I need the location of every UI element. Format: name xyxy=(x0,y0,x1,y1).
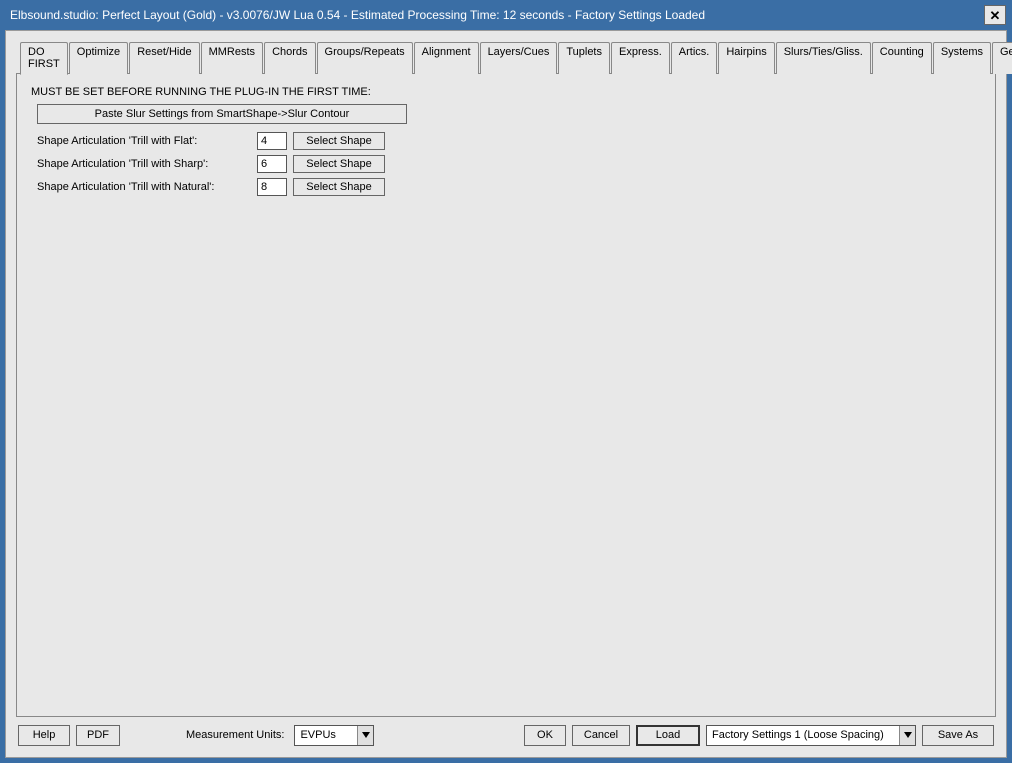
select-shape-button-flat[interactable]: Select Shape xyxy=(293,132,385,150)
tab-hairpins[interactable]: Hairpins xyxy=(718,42,774,74)
content-heading: MUST BE SET BEFORE RUNNING THE PLUG-IN T… xyxy=(31,86,981,98)
preset-combo[interactable]: Factory Settings 1 (Loose Spacing) xyxy=(706,725,916,746)
client-area: DO FIRST Optimize Reset/Hide MMRests Cho… xyxy=(5,30,1007,758)
tab-alignment[interactable]: Alignment xyxy=(414,42,479,74)
save-as-button[interactable]: Save As xyxy=(922,725,994,746)
row-trill-flat: Shape Articulation 'Trill with Flat': Se… xyxy=(31,130,981,152)
tab-systems[interactable]: Systems xyxy=(933,42,991,74)
pdf-button[interactable]: PDF xyxy=(76,725,120,746)
input-trill-natural[interactable] xyxy=(257,178,287,196)
tab-general[interactable]: General xyxy=(992,42,1012,74)
label-trill-flat: Shape Articulation 'Trill with Flat': xyxy=(31,135,251,147)
label-trill-sharp: Shape Articulation 'Trill with Sharp': xyxy=(31,158,251,170)
paste-slur-settings-button[interactable]: Paste Slur Settings from SmartShape->Slu… xyxy=(37,104,407,124)
chevron-down-icon xyxy=(899,726,915,745)
window-title: Elbsound.studio: Perfect Layout (Gold) -… xyxy=(10,8,984,22)
select-shape-label: Select Shape xyxy=(306,158,371,170)
help-button[interactable]: Help xyxy=(18,725,70,746)
bottom-bar: Help PDF Measurement Units: EVPUs OK Can… xyxy=(16,717,996,747)
row-trill-natural: Shape Articulation 'Trill with Natural':… xyxy=(31,176,981,198)
measurement-units-label: Measurement Units: xyxy=(186,729,284,741)
tab-content: MUST BE SET BEFORE RUNNING THE PLUG-IN T… xyxy=(16,73,996,717)
tab-artics[interactable]: Artics. xyxy=(671,42,718,74)
load-label: Load xyxy=(656,729,680,741)
pdf-label: PDF xyxy=(87,729,109,741)
select-shape-button-natural[interactable]: Select Shape xyxy=(293,178,385,196)
ok-label: OK xyxy=(537,729,553,741)
select-shape-button-sharp[interactable]: Select Shape xyxy=(293,155,385,173)
tab-reset-hide[interactable]: Reset/Hide xyxy=(129,42,199,74)
measurement-units-value: EVPUs xyxy=(295,729,357,741)
row-trill-sharp: Shape Articulation 'Trill with Sharp': S… xyxy=(31,153,981,175)
close-button[interactable]: ✕ xyxy=(984,5,1006,25)
input-trill-flat[interactable] xyxy=(257,132,287,150)
paste-slur-settings-label: Paste Slur Settings from SmartShape->Slu… xyxy=(95,108,350,120)
tab-counting[interactable]: Counting xyxy=(872,42,932,74)
tab-layers-cues[interactable]: Layers/Cues xyxy=(480,42,558,74)
app-window: Elbsound.studio: Perfect Layout (Gold) -… xyxy=(0,0,1012,763)
titlebar: Elbsound.studio: Perfect Layout (Gold) -… xyxy=(0,0,1012,30)
select-shape-label: Select Shape xyxy=(306,135,371,147)
tab-do-first[interactable]: DO FIRST xyxy=(20,42,68,75)
cancel-button[interactable]: Cancel xyxy=(572,725,630,746)
tab-chords[interactable]: Chords xyxy=(264,42,315,74)
tab-mmrests[interactable]: MMRests xyxy=(201,42,263,74)
input-trill-sharp[interactable] xyxy=(257,155,287,173)
help-label: Help xyxy=(33,729,56,741)
load-button[interactable]: Load xyxy=(636,725,700,746)
tab-express[interactable]: Express. xyxy=(611,42,670,74)
preset-value: Factory Settings 1 (Loose Spacing) xyxy=(707,729,899,741)
tab-optimize[interactable]: Optimize xyxy=(69,42,128,74)
tabstrip: DO FIRST Optimize Reset/Hide MMRests Cho… xyxy=(16,42,996,74)
select-shape-label: Select Shape xyxy=(306,181,371,193)
tab-groups-repeats[interactable]: Groups/Repeats xyxy=(317,42,413,74)
measurement-units-combo[interactable]: EVPUs xyxy=(294,725,374,746)
ok-button[interactable]: OK xyxy=(524,725,566,746)
cancel-label: Cancel xyxy=(584,729,618,741)
tab-tuplets[interactable]: Tuplets xyxy=(558,42,610,74)
label-trill-natural: Shape Articulation 'Trill with Natural': xyxy=(31,181,251,193)
tab-slurs-ties-gliss[interactable]: Slurs/Ties/Gliss. xyxy=(776,42,871,74)
close-icon: ✕ xyxy=(990,9,1001,22)
save-as-label: Save As xyxy=(938,729,978,741)
chevron-down-icon xyxy=(357,726,373,745)
